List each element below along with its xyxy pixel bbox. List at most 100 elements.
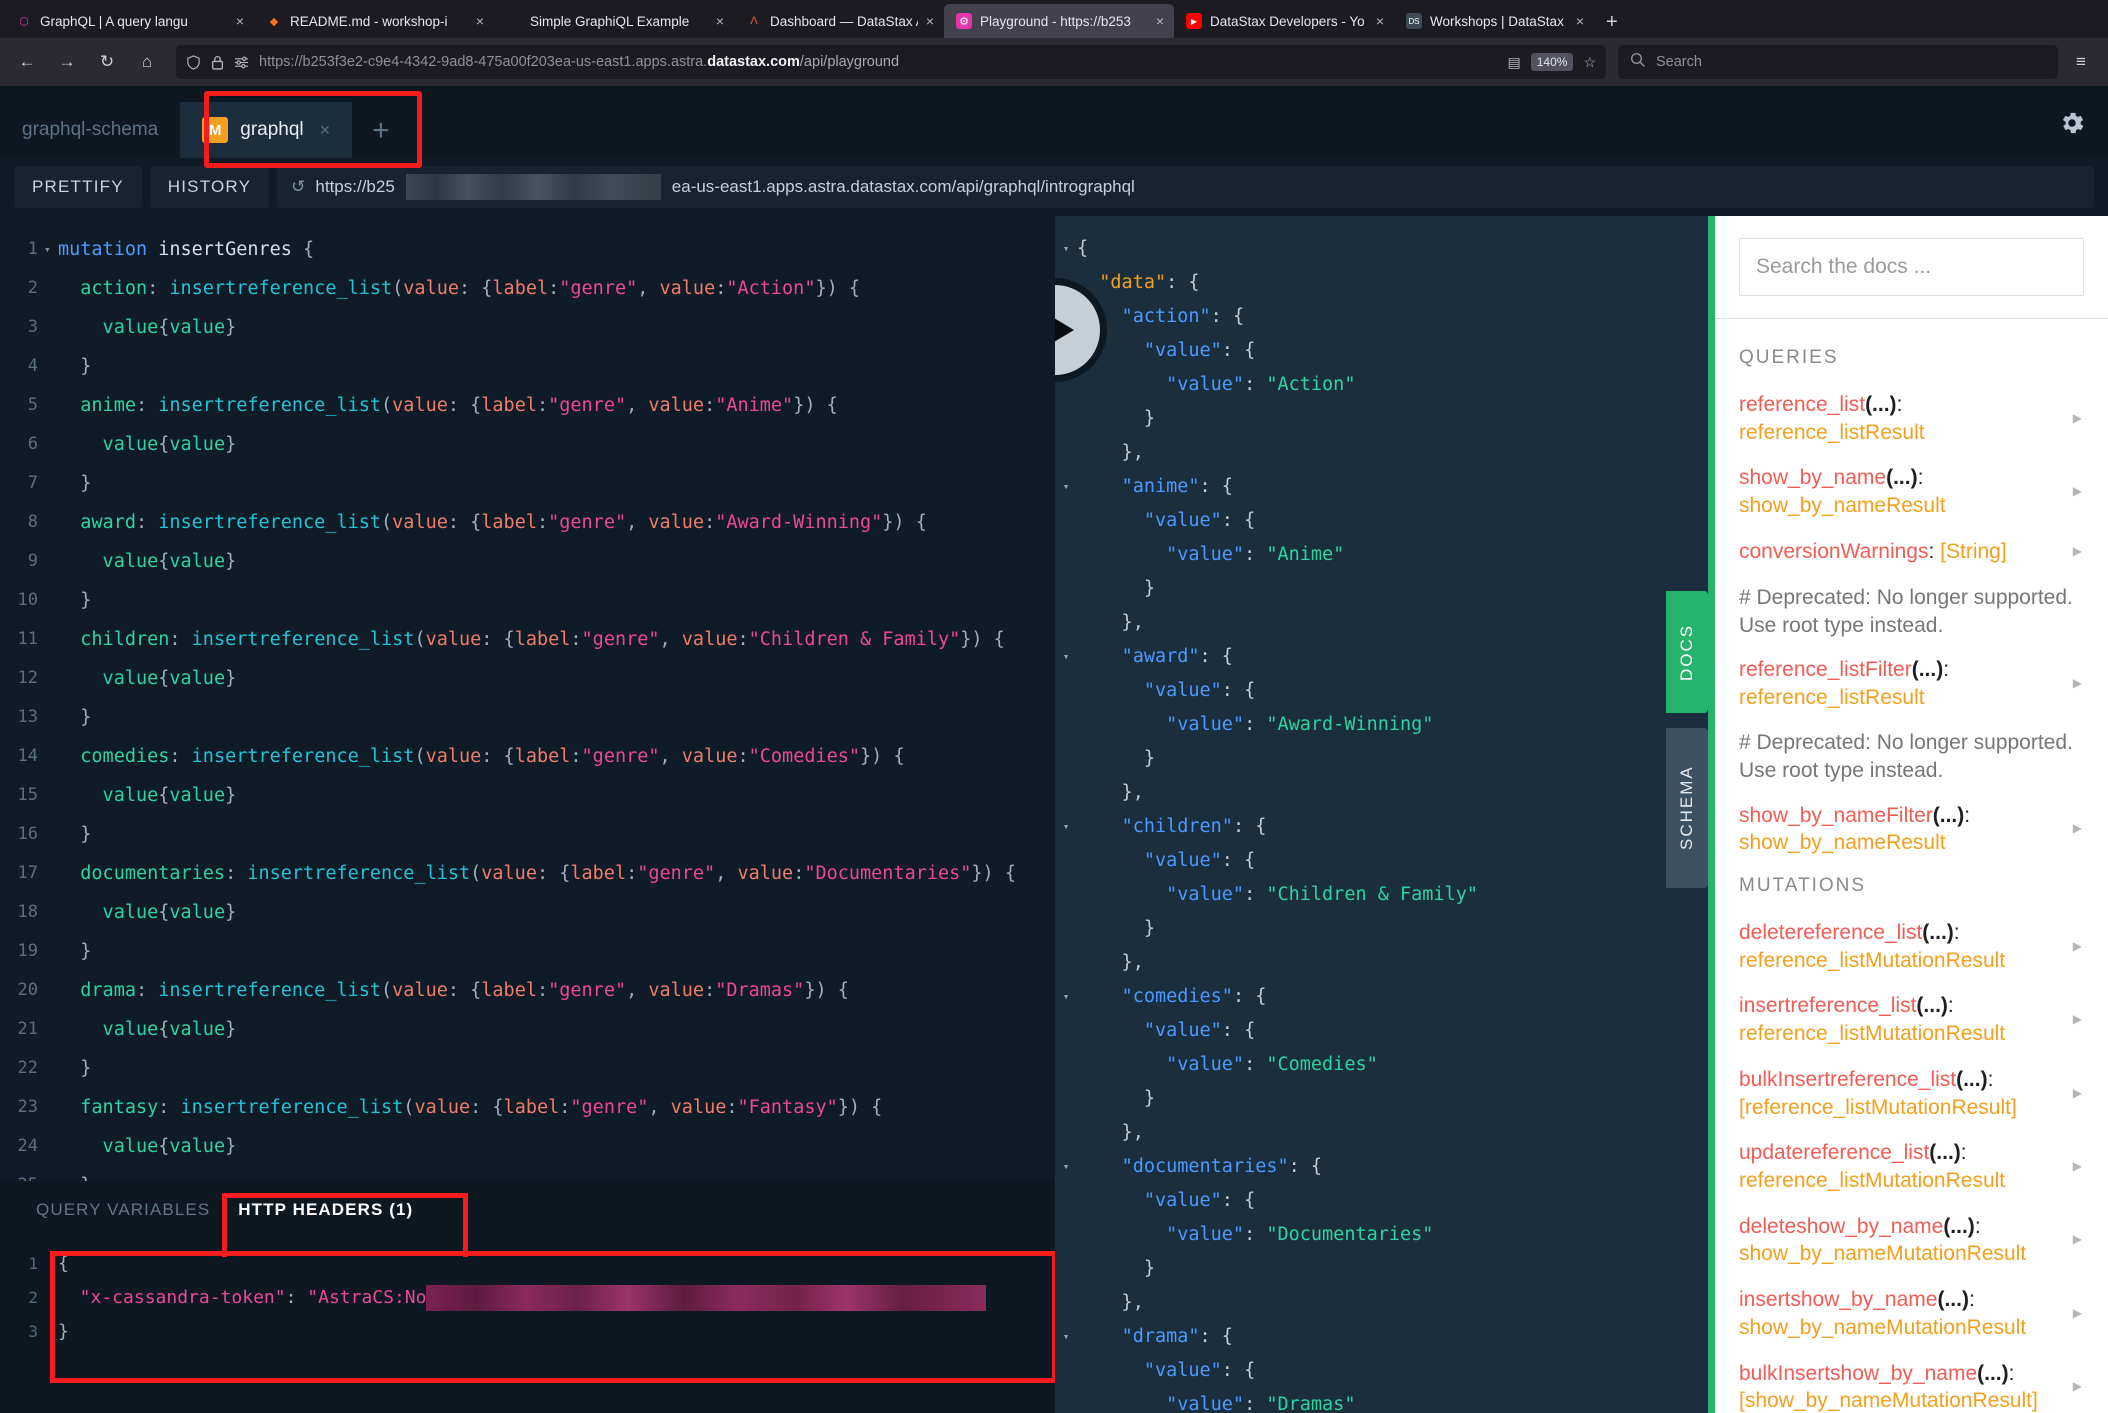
docs-field-entry[interactable]: bulkInsertreference_list(...): [referenc… bbox=[1739, 1066, 2084, 1121]
docs-field-entry[interactable]: deleteshow_by_name(...): show_by_nameMut… bbox=[1739, 1213, 2084, 1268]
chevron-right-icon[interactable]: ▶ bbox=[2073, 939, 2082, 955]
endpoint-url-field[interactable]: ↺ https://b25 ea-us-east1.apps.astra.data… bbox=[277, 166, 2094, 208]
docs-side-tab[interactable]: DOCS bbox=[1666, 591, 1708, 713]
browser-tab[interactable]: Simple GraphiQL Example × bbox=[494, 4, 734, 38]
docs-field-type[interactable]: reference_listMutationResult bbox=[1739, 1022, 2005, 1045]
docs-field-name[interactable]: show_by_nameFilter bbox=[1739, 804, 1933, 827]
fold-arrow-icon[interactable] bbox=[44, 386, 58, 425]
fold-arrow-icon[interactable] bbox=[44, 815, 58, 854]
fold-arrow-icon[interactable] bbox=[44, 581, 58, 620]
docs-field-name[interactable]: bulkInsertreference_list bbox=[1739, 1068, 1956, 1091]
fold-arrow-icon[interactable] bbox=[44, 1049, 58, 1088]
fold-arrow-icon[interactable] bbox=[44, 971, 58, 1010]
docs-field-type[interactable]: reference_listResult bbox=[1739, 421, 1925, 444]
fold-arrow-icon[interactable] bbox=[44, 347, 58, 386]
docs-field-entry[interactable]: insertreference_list(...): reference_lis… bbox=[1739, 992, 2084, 1047]
permissions-icon[interactable] bbox=[234, 56, 249, 69]
close-icon[interactable]: × bbox=[1576, 14, 1584, 28]
chevron-right-icon[interactable]: ▶ bbox=[2073, 1233, 2082, 1249]
close-icon[interactable]: × bbox=[236, 14, 244, 28]
docs-field-type[interactable]: reference_listMutationResult bbox=[1739, 1169, 2005, 1192]
fold-arrow-icon[interactable] bbox=[44, 1247, 58, 1281]
docs-field-type[interactable]: show_by_nameMutationResult bbox=[1739, 1316, 2026, 1339]
fold-arrow-icon[interactable] bbox=[44, 854, 58, 893]
home-icon[interactable]: ⌂ bbox=[130, 45, 164, 79]
docs-field-name[interactable]: insertreference_list bbox=[1739, 994, 1916, 1017]
reload-icon[interactable]: ↻ bbox=[90, 45, 124, 79]
docs-field-type[interactable]: show_by_nameMutationResult bbox=[1739, 1242, 2026, 1265]
close-icon[interactable]: × bbox=[1156, 14, 1164, 28]
browser-tab[interactable]: ▶ DataStax Developers - Yo × bbox=[1174, 4, 1394, 38]
docs-field-name[interactable]: deletereference_list bbox=[1739, 921, 1922, 944]
fold-arrow-icon[interactable] bbox=[44, 1088, 58, 1127]
fold-arrow-icon[interactable] bbox=[44, 620, 58, 659]
bookmark-star-icon[interactable]: ☆ bbox=[1583, 54, 1596, 71]
docs-field-name[interactable]: reference_listFilter bbox=[1739, 658, 1912, 681]
fold-arrow-icon[interactable] bbox=[44, 542, 58, 581]
fold-arrow-icon[interactable]: ▾ bbox=[44, 230, 58, 269]
docs-field-name[interactable]: bulkInsertshow_by_name bbox=[1739, 1362, 1977, 1385]
schema-side-tab[interactable]: SCHEMA bbox=[1666, 728, 1708, 888]
fold-arrow-icon[interactable] bbox=[44, 425, 58, 464]
fold-arrow-icon[interactable]: ▾ bbox=[1055, 980, 1077, 1014]
reader-mode-icon[interactable]: ▤ bbox=[1508, 54, 1521, 71]
fold-arrow-icon[interactable]: ▾ bbox=[1055, 232, 1077, 266]
chevron-right-icon[interactable]: ▶ bbox=[2073, 411, 2082, 427]
fold-arrow-icon[interactable] bbox=[44, 1315, 58, 1349]
docs-field-name[interactable]: insertshow_by_name bbox=[1739, 1288, 1937, 1311]
endpoint-reload-icon[interactable]: ↺ bbox=[291, 177, 305, 197]
docs-field-type[interactable]: [reference_listMutationResult] bbox=[1739, 1096, 2017, 1119]
fold-arrow-icon[interactable] bbox=[44, 698, 58, 737]
fold-arrow-icon[interactable] bbox=[44, 932, 58, 971]
docs-field-entry[interactable]: show_by_nameFilter(...): show_by_nameRes… bbox=[1739, 802, 2084, 857]
fold-arrow-icon[interactable] bbox=[44, 269, 58, 308]
fold-arrow-icon[interactable] bbox=[44, 1166, 58, 1181]
docs-field-name[interactable]: conversionWarnings bbox=[1739, 540, 1928, 563]
docs-field-name[interactable]: updatereference_list bbox=[1739, 1141, 1929, 1164]
playground-tab[interactable]: graphql-schema bbox=[0, 102, 180, 158]
docs-field-name[interactable]: show_by_name bbox=[1739, 466, 1886, 489]
history-button[interactable]: HISTORY bbox=[149, 166, 270, 208]
chevron-right-icon[interactable]: ▶ bbox=[2073, 821, 2082, 837]
fold-arrow-icon[interactable]: ▾ bbox=[1055, 640, 1077, 674]
chevron-right-icon[interactable]: ▶ bbox=[2073, 1012, 2082, 1028]
bottom-pane-tab[interactable]: HTTP HEADERS (1) bbox=[228, 1200, 423, 1220]
fold-arrow-icon[interactable]: ▾ bbox=[1055, 470, 1077, 504]
docs-field-type[interactable]: show_by_nameResult bbox=[1739, 831, 1946, 854]
browser-tab[interactable]: ⬡ GraphQL | A query langu × bbox=[4, 4, 254, 38]
chevron-right-icon[interactable]: ▶ bbox=[2073, 1159, 2082, 1175]
hamburger-menu-icon[interactable]: ≡ bbox=[2064, 45, 2098, 79]
close-icon[interactable]: × bbox=[926, 14, 934, 28]
fold-arrow-icon[interactable] bbox=[44, 776, 58, 815]
docs-field-type[interactable]: reference_listMutationResult bbox=[1739, 949, 2005, 972]
docs-field-entry[interactable]: show_by_name(...): show_by_nameResult ▶ bbox=[1739, 464, 2084, 519]
chevron-right-icon[interactable]: ▶ bbox=[2073, 484, 2082, 500]
fold-arrow-icon[interactable] bbox=[44, 464, 58, 503]
docs-field-type[interactable]: [show_by_nameMutationResult] bbox=[1739, 1389, 2038, 1412]
forward-icon[interactable]: → bbox=[50, 45, 84, 79]
docs-field-entry[interactable]: conversionWarnings: [String] ▶ bbox=[1739, 538, 2084, 566]
fold-arrow-icon[interactable] bbox=[44, 503, 58, 542]
chevron-right-icon[interactable]: ▶ bbox=[2073, 676, 2082, 692]
fold-arrow-icon[interactable] bbox=[44, 308, 58, 347]
browser-tab[interactable]: ⚙ Playground - https://b253 × bbox=[944, 4, 1174, 38]
chevron-right-icon[interactable]: ▶ bbox=[2073, 1379, 2082, 1395]
browser-tab[interactable]: DS Workshops | DataStax × bbox=[1394, 4, 1594, 38]
back-icon[interactable]: ← bbox=[10, 45, 44, 79]
http-headers-editor[interactable]: 1{2 "x-cassandra-token": "AstraCS:No 3} bbox=[0, 1239, 1055, 1349]
query-editor[interactable]: 1 ▾ mutation insertGenres {2 action: inser… bbox=[0, 216, 1055, 1181]
docs-field-entry[interactable]: deletereference_list(...): reference_lis… bbox=[1739, 919, 2084, 974]
browser-tab[interactable]: Λ Dashboard — DataStax A × bbox=[734, 4, 944, 38]
prettify-button[interactable]: PRETTIFY bbox=[14, 166, 142, 208]
docs-field-name[interactable]: deleteshow_by_name bbox=[1739, 1215, 1943, 1238]
chevron-right-icon[interactable]: ▶ bbox=[2073, 1086, 2082, 1102]
close-icon[interactable]: × bbox=[716, 14, 724, 28]
docs-field-name[interactable]: reference_list bbox=[1739, 393, 1865, 416]
gear-icon[interactable] bbox=[2058, 109, 2086, 144]
docs-field-entry[interactable]: reference_listFilter(...): reference_lis… bbox=[1739, 656, 2084, 711]
fold-arrow-icon[interactable]: ▾ bbox=[1055, 810, 1077, 844]
docs-field-entry[interactable]: reference_list(...): reference_listResul… bbox=[1739, 391, 2084, 446]
close-icon[interactable]: × bbox=[320, 120, 331, 141]
chevron-right-icon[interactable]: ▶ bbox=[2073, 1306, 2082, 1322]
url-text[interactable]: https://b253f3e2-c9e4-4342-9ad8-475a00f2… bbox=[259, 54, 1498, 70]
